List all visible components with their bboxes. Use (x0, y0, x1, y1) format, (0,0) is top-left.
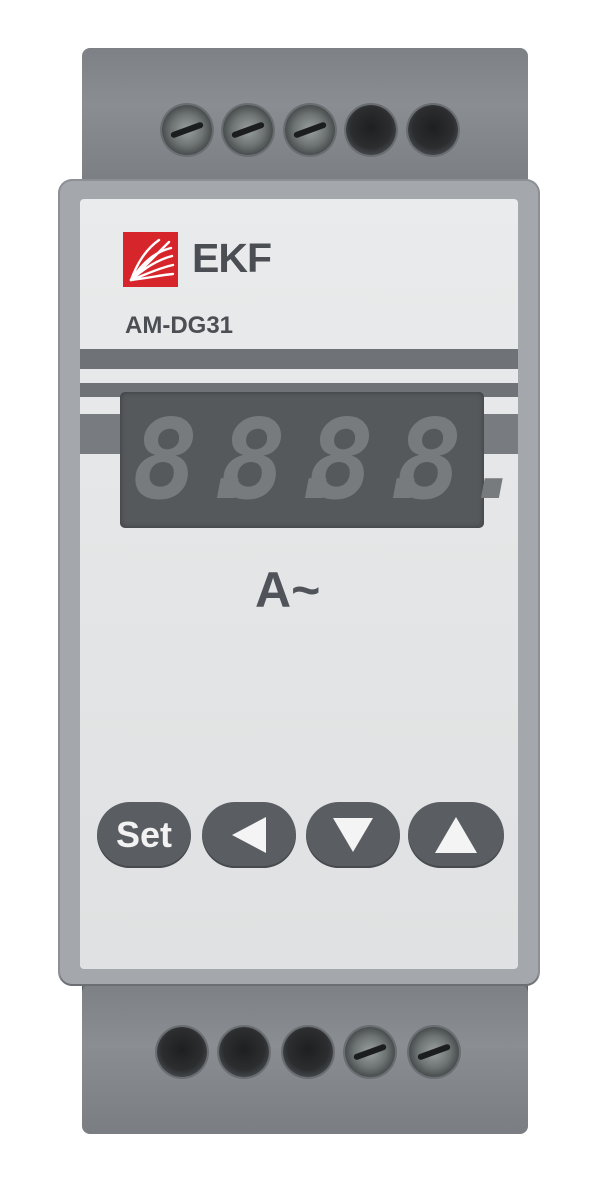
terminal-hole-icon (346, 105, 396, 155)
set-button[interactable]: Set (97, 802, 191, 868)
down-arrow-icon (333, 818, 373, 852)
left-arrow-icon (232, 817, 266, 853)
terminal-screw-icon (223, 105, 273, 155)
terminal-hole-icon (283, 1027, 333, 1077)
led-display: 8. 8. 8. 8. (120, 392, 528, 528)
decor-stripe (80, 349, 518, 369)
terminal-screw-icon (345, 1027, 395, 1077)
set-button-label: Set (115, 814, 173, 855)
terminal-screw-icon (409, 1027, 459, 1077)
terminal-screw-icon (285, 105, 335, 155)
terminal-hole-icon (408, 105, 458, 155)
model-label: AM-DG31 (125, 312, 234, 339)
down-button[interactable] (306, 802, 400, 868)
terminal-hole-icon (157, 1027, 207, 1077)
left-button[interactable] (202, 802, 296, 868)
up-button[interactable] (408, 802, 504, 868)
terminal-screw-icon (162, 105, 212, 155)
terminal-hole-icon (219, 1027, 269, 1077)
display-digit: 8. (396, 396, 529, 524)
unit-label: A~ (255, 562, 321, 618)
brand-logo-icon (123, 232, 178, 287)
up-arrow-icon (435, 817, 477, 853)
brand-name: EKF (192, 235, 272, 281)
